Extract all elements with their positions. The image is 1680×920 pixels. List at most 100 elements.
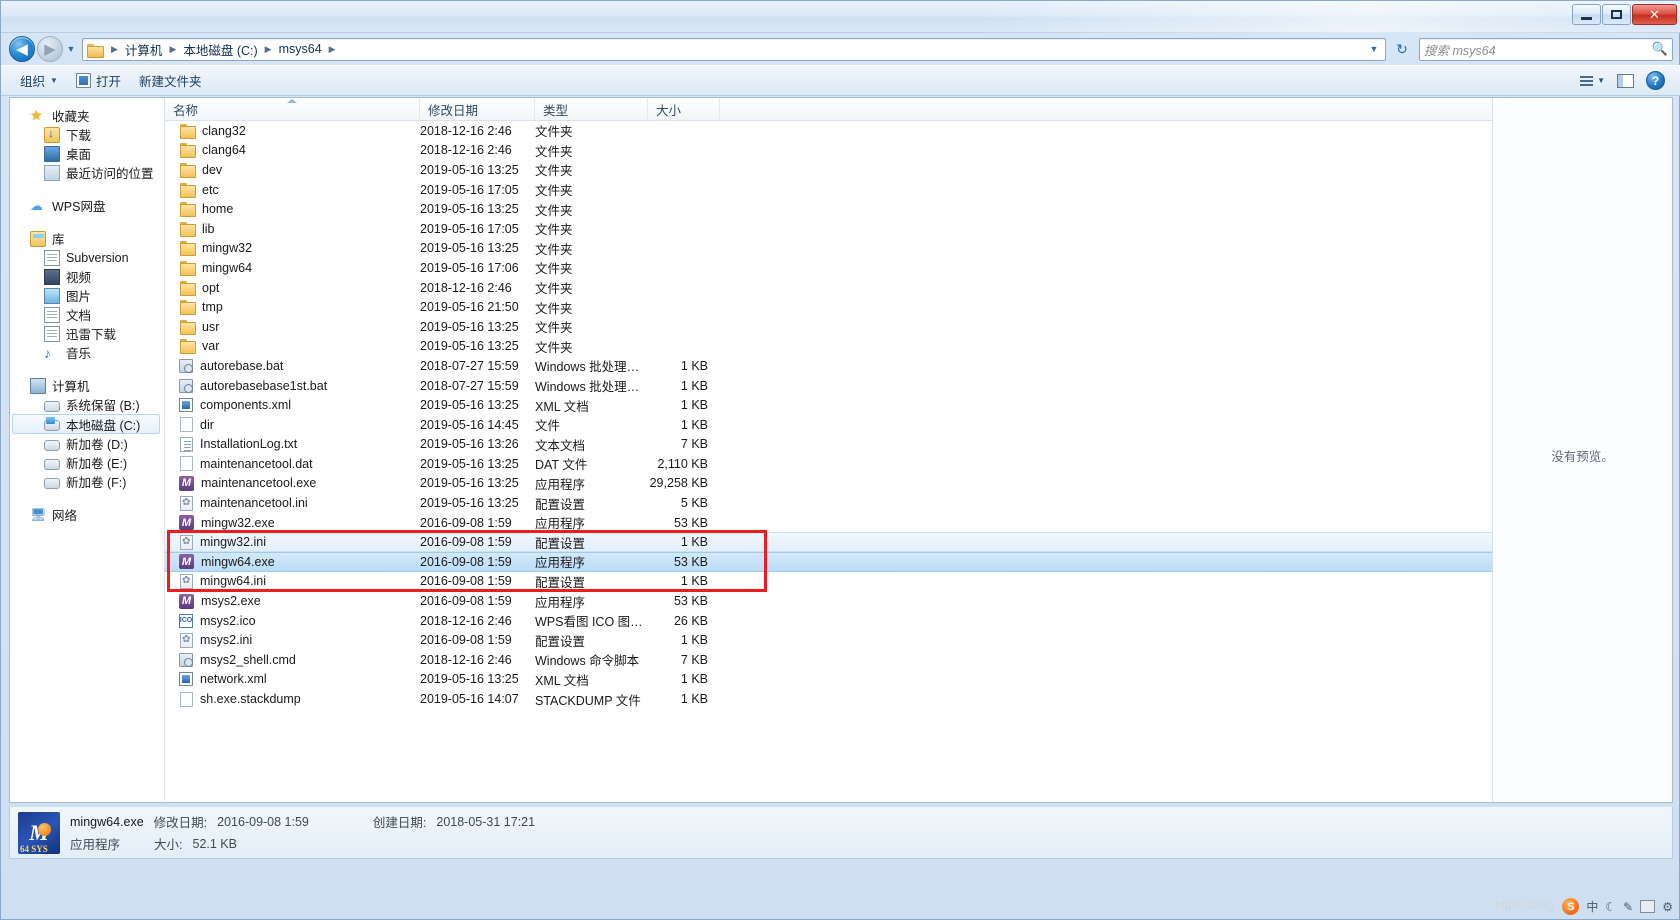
sidebar-item-recent-places[interactable]: 最近访问的位置 [10, 163, 164, 182]
sidebar-label: 图片 [66, 290, 92, 304]
help-button[interactable]: ? [1640, 70, 1671, 92]
sidebar-item-wps-cloud[interactable]: ☁ WPS网盘 [10, 196, 164, 215]
sidebar-item-thunder-download[interactable]: 迅雷下载 [10, 324, 164, 343]
sidebar-item-subversion[interactable]: Subversion [10, 248, 164, 267]
file-type-cell: 文件夹 [535, 164, 573, 179]
table-row[interactable]: opt 2018-12-16 2:46 文件夹 [165, 278, 1492, 298]
sidebar-item-desktop[interactable]: 桌面 [10, 144, 164, 163]
table-row[interactable]: Mmingw32.exe 2016-09-08 1:59 应用程序 53 KB [165, 513, 1492, 533]
file-type-cell: 文件夹 [535, 282, 573, 297]
breadcrumb-msys64[interactable]: msys64 [276, 39, 325, 60]
file-date-cell: 2019-05-16 13:25 [420, 496, 519, 511]
tray-pen-icon[interactable]: ✎ [1623, 900, 1633, 914]
table-row[interactable]: lib 2019-05-16 17:05 文件夹 [165, 219, 1492, 239]
table-row[interactable]: dir 2019-05-16 14:45 文件 1 KB [165, 415, 1492, 435]
table-row[interactable]: InstallationLog.txt 2019-05-16 13:26 文本文档 7… [165, 435, 1492, 455]
table-row[interactable]: etc 2019-05-16 17:05 文件夹 [165, 180, 1492, 200]
table-row[interactable]: usr 2019-05-16 13:25 文件夹 [165, 317, 1492, 337]
sidebar-item-documents[interactable]: 文档 [10, 305, 164, 324]
sidebar-item-videos[interactable]: 视频 [10, 267, 164, 286]
table-row[interactable]: mingw32.ini 2016-09-08 1:59 配置设置 1 KB [165, 532, 1492, 553]
table-row[interactable]: sh.exe.stackdump 2019-05-16 14:07 STACKDUM… [165, 689, 1492, 709]
column-header-size[interactable]: 大小 [648, 98, 720, 120]
sidebar-item-libraries[interactable]: 库 [10, 229, 164, 248]
maximize-button[interactable] [1602, 4, 1631, 25]
tray-app-icon[interactable]: S [1562, 898, 1580, 915]
sidebar-item-music[interactable]: ♪ 音乐 [10, 343, 164, 362]
refresh-button[interactable]: ↻ [1389, 38, 1415, 61]
table-row[interactable]: components.xml 2019-05-16 13:25 XML 文档 1 KB [165, 395, 1492, 415]
file-date-cell: 2016-09-08 1:59 [420, 515, 512, 530]
change-view-button[interactable]: ▼ [1574, 70, 1611, 92]
table-row[interactable]: mingw32 2019-05-16 13:25 文件夹 [165, 239, 1492, 259]
minimize-button[interactable] [1572, 4, 1601, 25]
drive-icon [44, 458, 60, 470]
file-name-label: sh.exe.stackdump [200, 692, 301, 707]
file-name-label: maintenancetool.ini [200, 496, 308, 511]
table-row[interactable]: maintenancetool.ini 2019-05-16 13:25 配置设置 5… [165, 493, 1492, 513]
sidebar-item-pictures[interactable]: 图片 [10, 286, 164, 305]
exe-file-icon: M [179, 593, 194, 609]
table-row[interactable]: home 2019-05-16 13:25 文件夹 [165, 199, 1492, 219]
table-row[interactable]: ICO msys2.ico 2018-12-16 2:46 WPS看图 ICO 图… 2… [165, 611, 1492, 631]
file-name-cell: var [165, 338, 420, 355]
history-dropdown-icon[interactable]: ▼ [63, 36, 79, 62]
navigation-pane[interactable]: ★ 收藏夹 下载 桌面 最近访问的位置 ☁ [10, 98, 165, 802]
tray-settings-icon[interactable]: ⚙ [1662, 900, 1673, 914]
file-name-cell: Mmsys2.exe [165, 593, 420, 609]
table-row[interactable]: maintenancetool.dat 2019-05-16 13:25 DAT 文… [165, 454, 1492, 474]
sidebar-item-downloads[interactable]: 下载 [10, 125, 164, 144]
back-button[interactable]: ◀ [9, 36, 35, 62]
sidebar-item-drive-d[interactable]: 新加卷 (D:) [10, 434, 164, 453]
address-input[interactable]: ▶ 计算机 ▶ 本地磁盘 (C:) ▶ msys64 ▶ ▼ [82, 37, 1386, 61]
xml-file-icon [179, 398, 193, 413]
table-row[interactable]: dev 2019-05-16 13:25 文件夹 [165, 160, 1492, 180]
table-row[interactable]: Mmaintenancetool.exe 2019-05-16 13:25 应用程序… [165, 474, 1492, 494]
sidebar-item-network[interactable]: 🖥 网络 [10, 505, 164, 524]
table-row[interactable]: mingw64.ini 2016-09-08 1:59 配置设置 1 KB [165, 572, 1492, 592]
table-row[interactable]: tmp 2019-05-16 21:50 文件夹 [165, 297, 1492, 317]
sidebar-item-drive-f[interactable]: 新加卷 (F:) [10, 472, 164, 491]
table-row[interactable]: autorebase.bat 2018-07-27 15:59 Windows 批处… [165, 356, 1492, 376]
table-row[interactable]: network.xml 2019-05-16 13:25 XML 文档 1 KB [165, 670, 1492, 690]
column-header-date[interactable]: 修改日期 [420, 98, 535, 120]
organize-button[interactable]: 组织 ▼ [11, 69, 67, 92]
table-row[interactable]: clang64 2018-12-16 2:46 文件夹 [165, 141, 1492, 161]
open-button[interactable]: 打开 [67, 69, 130, 92]
file-name-cell: tmp [165, 299, 420, 316]
desktop-icon [44, 145, 60, 162]
file-rows[interactable]: clang32 2018-12-16 2:46 文件夹 clang64 2018-12-… [165, 121, 1492, 802]
table-row[interactable]: Mmingw64.exe 2016-09-08 1:59 应用程序 53 KB [165, 552, 1492, 572]
column-header-name[interactable]: 名称 [165, 98, 420, 120]
file-size-cell: 1 KB [680, 358, 708, 373]
sidebar-item-drive-e[interactable]: 新加卷 (E:) [10, 453, 164, 472]
column-header-type[interactable]: 类型 [535, 98, 648, 120]
folder-icon [179, 162, 196, 178]
table-row[interactable]: Mmsys2.exe 2016-09-08 1:59 应用程序 53 KB [165, 591, 1492, 611]
forward-button[interactable]: ▶ [37, 36, 63, 62]
address-dropdown-icon[interactable]: ▼ [1365, 39, 1383, 60]
table-row[interactable]: var 2019-05-16 13:25 文件夹 [165, 337, 1492, 357]
tray-ime-icon[interactable]: 中 [1586, 898, 1598, 915]
table-row[interactable]: clang32 2018-12-16 2:46 文件夹 [165, 121, 1492, 141]
table-row[interactable]: msys2.ini 2016-09-08 1:59 配置设置 1 KB [165, 630, 1492, 650]
file-size-cell: 5 KB [680, 496, 708, 511]
new-folder-button[interactable]: 新建文件夹 [130, 69, 211, 92]
preview-pane-button[interactable] [1611, 70, 1640, 92]
sidebar-item-drive-b[interactable]: 系统保留 (B:) [10, 395, 164, 414]
sidebar-item-favorites[interactable]: ★ 收藏夹 [10, 106, 164, 125]
sidebar-item-drive-c[interactable]: 本地磁盘 (C:) [12, 414, 160, 434]
exe-file-icon: M [179, 515, 194, 531]
table-row[interactable]: mingw64 2019-05-16 17:06 文件夹 [165, 258, 1492, 278]
sidebar-label: 本地磁盘 (C:) [66, 418, 141, 433]
table-row[interactable]: autorebasebase1st.bat 2018-07-27 15:59 Win… [165, 376, 1492, 396]
close-button[interactable]: ✕ [1632, 4, 1677, 25]
table-row[interactable]: msys2_shell.cmd 2018-12-16 2:46 Windows 命令… [165, 650, 1492, 670]
search-input[interactable]: 搜索 msys64 🔍 [1419, 37, 1673, 61]
tray-moon-icon[interactable]: ☾ [1605, 900, 1616, 914]
sidebar-item-computer[interactable]: 计算机 [10, 376, 164, 395]
file-date-cell: 2019-05-16 13:25 [420, 672, 519, 687]
tray-keyboard-icon[interactable] [1640, 900, 1656, 913]
breadcrumb-local-disk[interactable]: 本地磁盘 (C:) [180, 39, 260, 60]
breadcrumb-computer[interactable]: 计算机 [122, 39, 166, 60]
